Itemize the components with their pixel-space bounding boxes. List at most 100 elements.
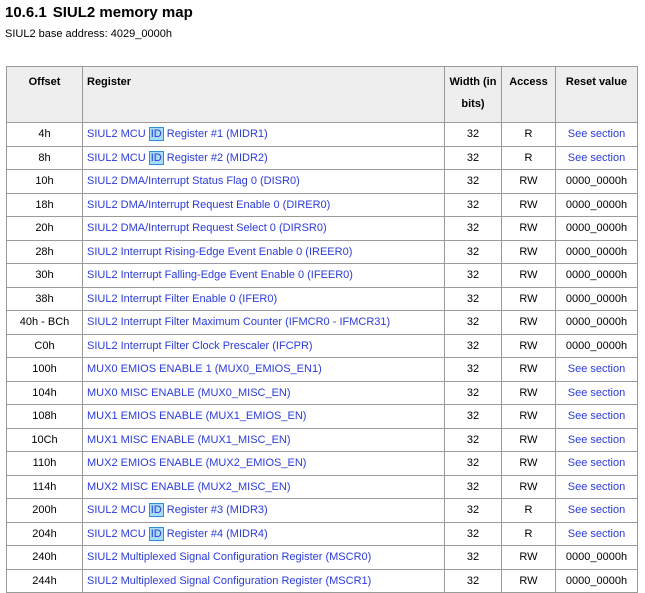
cell-register-link[interactable]: SIUL2 Interrupt Falling-Edge Event Enabl…: [82, 263, 445, 288]
cell-reset-link[interactable]: See section: [555, 380, 638, 405]
table-row: 18h SIUL2 DMA/Interrupt Request Enable 0 …: [6, 192, 638, 217]
cell-reset-link[interactable]: See section: [555, 404, 638, 429]
register-text: SIUL2 Multiplexed Signal Configuration R…: [87, 574, 372, 587]
register-text: SIUL2 MCU: [87, 504, 149, 517]
cell-access: RW: [501, 474, 556, 499]
cell-access: RW: [501, 286, 556, 311]
cell-register-link[interactable]: SIUL2 Interrupt Filter Maximum Counter (…: [82, 310, 445, 335]
cell-width: 32: [444, 427, 502, 452]
cell-reset-link[interactable]: See section: [555, 451, 638, 476]
table-body: 4h SIUL2 MCU ID Register #1 (MIDR1) 32 R See…: [6, 122, 638, 593]
cell-register-link[interactable]: MUX1 EMIOS ENABLE (MUX1_EMIOS_EN): [82, 404, 445, 429]
register-text: MUX2 EMIOS ENABLE (MUX2_EMIOS_EN): [87, 457, 307, 470]
cell-register-link[interactable]: SIUL2 MCU ID Register #3 (MIDR3): [82, 498, 445, 523]
register-text: MUX0 EMIOS ENABLE 1 (MUX0_EMIOS_EN1): [87, 363, 322, 376]
cell-reset-link[interactable]: See section: [555, 521, 638, 546]
section-heading: 10.6.1 SIUL2 memory map: [5, 4, 193, 21]
cell-access: R: [501, 521, 556, 546]
cell-reset-value: 0000_0000h: [555, 286, 638, 311]
cell-access: RW: [501, 169, 556, 194]
cell-offset: 10h: [6, 169, 83, 194]
cell-access: R: [501, 498, 556, 523]
register-text: SIUL2 Interrupt Filter Maximum Counter (…: [87, 316, 391, 329]
cell-access: RW: [501, 545, 556, 570]
cell-offset: 204h: [6, 521, 83, 546]
cell-reset-value: 0000_0000h: [555, 216, 638, 241]
cell-register-link[interactable]: SIUL2 DMA/Interrupt Status Flag 0 (DISR0…: [82, 169, 445, 194]
cell-reset-link[interactable]: See section: [555, 145, 638, 170]
cell-offset: 110h: [6, 451, 83, 476]
cell-offset: 8h: [6, 145, 83, 170]
cell-offset: 244h: [6, 568, 83, 593]
cell-register-link[interactable]: SIUL2 Interrupt Filter Enable 0 (IFER0): [82, 286, 445, 311]
cell-reset-link[interactable]: See section: [555, 122, 638, 147]
register-text: MUX2 MISC ENABLE (MUX2_MISC_EN): [87, 480, 291, 493]
table-header-row: Offset Register Width (in bits) Access R…: [6, 66, 638, 123]
table-row: 10h SIUL2 DMA/Interrupt Status Flag 0 (DI…: [6, 169, 638, 194]
cell-access: RW: [501, 568, 556, 593]
cell-register-link[interactable]: SIUL2 MCU ID Register #4 (MIDR4): [82, 521, 445, 546]
table-row: 108h MUX1 EMIOS ENABLE (MUX1_EMIOS_EN) 32 R…: [6, 404, 638, 429]
cell-offset: 100h: [6, 357, 83, 382]
register-text: SIUL2 DMA/Interrupt Status Flag 0 (DISR0…: [87, 175, 300, 188]
cell-register-link[interactable]: MUX2 MISC ENABLE (MUX2_MISC_EN): [82, 474, 445, 499]
cell-reset-link[interactable]: See section: [555, 427, 638, 452]
register-text: SIUL2 Interrupt Falling-Edge Event Enabl…: [87, 269, 353, 282]
header-access: Access: [501, 66, 556, 123]
header-offset: Offset: [6, 66, 83, 123]
cell-register-link[interactable]: MUX0 MISC ENABLE (MUX0_MISC_EN): [82, 380, 445, 405]
search-highlight: ID: [148, 526, 164, 541]
cell-reset-value: 0000_0000h: [555, 263, 638, 288]
cell-width: 32: [444, 239, 502, 264]
cell-register-link[interactable]: MUX0 EMIOS ENABLE 1 (MUX0_EMIOS_EN1): [82, 357, 445, 382]
table-row: 4h SIUL2 MCU ID Register #1 (MIDR1) 32 R See…: [6, 122, 638, 147]
header-reset-value: Reset value: [555, 66, 638, 123]
cell-register-link[interactable]: SIUL2 Multiplexed Signal Configuration R…: [82, 545, 445, 570]
cell-width: 32: [444, 310, 502, 335]
cell-register-link[interactable]: SIUL2 MCU ID Register #2 (MIDR2): [82, 145, 445, 170]
cell-reset-link[interactable]: See section: [555, 474, 638, 499]
cell-width: 32: [444, 451, 502, 476]
table-row: 10Ch MUX1 MISC ENABLE (MUX1_MISC_EN) 32 RW S…: [6, 427, 638, 452]
cell-register-link[interactable]: SIUL2 Multiplexed Signal Configuration R…: [82, 568, 445, 593]
search-highlight: ID: [148, 503, 164, 518]
cell-register-link[interactable]: SIUL2 DMA/Interrupt Request Select 0 (DI…: [82, 216, 445, 241]
cell-register-link[interactable]: SIUL2 MCU ID Register #1 (MIDR1): [82, 122, 445, 147]
cell-register-link[interactable]: MUX1 MISC ENABLE (MUX1_MISC_EN): [82, 427, 445, 452]
cell-offset: 108h: [6, 404, 83, 429]
cell-offset: 38h: [6, 286, 83, 311]
cell-offset: 28h: [6, 239, 83, 264]
table-row: 40h - BCh SIUL2 Interrupt Filter Maximum …: [6, 310, 638, 335]
table-row: 114h MUX2 MISC ENABLE (MUX2_MISC_EN) 32 RW S…: [6, 474, 638, 499]
cell-access: RW: [501, 310, 556, 335]
table-row: 30h SIUL2 Interrupt Falling-Edge Event En…: [6, 263, 638, 288]
cell-width: 32: [444, 216, 502, 241]
cell-width: 32: [444, 192, 502, 217]
cell-width: 32: [444, 357, 502, 382]
cell-width: 32: [444, 498, 502, 523]
register-text: MUX1 MISC ENABLE (MUX1_MISC_EN): [87, 433, 291, 446]
cell-register-link[interactable]: SIUL2 DMA/Interrupt Request Enable 0 (DI…: [82, 192, 445, 217]
search-highlight: ID: [148, 150, 164, 165]
register-text: SIUL2 Multiplexed Signal Configuration R…: [87, 551, 372, 564]
cell-reset-link[interactable]: See section: [555, 498, 638, 523]
cell-access: RW: [501, 427, 556, 452]
cell-width: 32: [444, 404, 502, 429]
cell-register-link[interactable]: SIUL2 Interrupt Filter Clock Prescaler (…: [82, 333, 445, 358]
memory-map-table: Offset Register Width (in bits) Access R…: [6, 66, 638, 593]
cell-reset-value: 0000_0000h: [555, 545, 638, 570]
table-row: 28h SIUL2 Interrupt Rising-Edge Event Ena…: [6, 239, 638, 264]
cell-register-link[interactable]: MUX2 EMIOS ENABLE (MUX2_EMIOS_EN): [82, 451, 445, 476]
register-text: SIUL2 MCU: [87, 527, 149, 540]
register-text: SIUL2 DMA/Interrupt Request Select 0 (DI…: [87, 222, 327, 235]
table-row: 38h SIUL2 Interrupt Filter Enable 0 (IFER…: [6, 286, 638, 311]
register-text: SIUL2 Interrupt Rising-Edge Event Enable…: [87, 245, 353, 258]
table-row: 244h SIUL2 Multiplexed Signal Configurati…: [6, 568, 638, 593]
cell-offset: 200h: [6, 498, 83, 523]
register-text: SIUL2 DMA/Interrupt Request Enable 0 (DI…: [87, 198, 331, 211]
cell-reset-link[interactable]: See section: [555, 357, 638, 382]
cell-access: RW: [501, 380, 556, 405]
cell-register-link[interactable]: SIUL2 Interrupt Rising-Edge Event Enable…: [82, 239, 445, 264]
cell-access: RW: [501, 333, 556, 358]
cell-reset-value: 0000_0000h: [555, 169, 638, 194]
